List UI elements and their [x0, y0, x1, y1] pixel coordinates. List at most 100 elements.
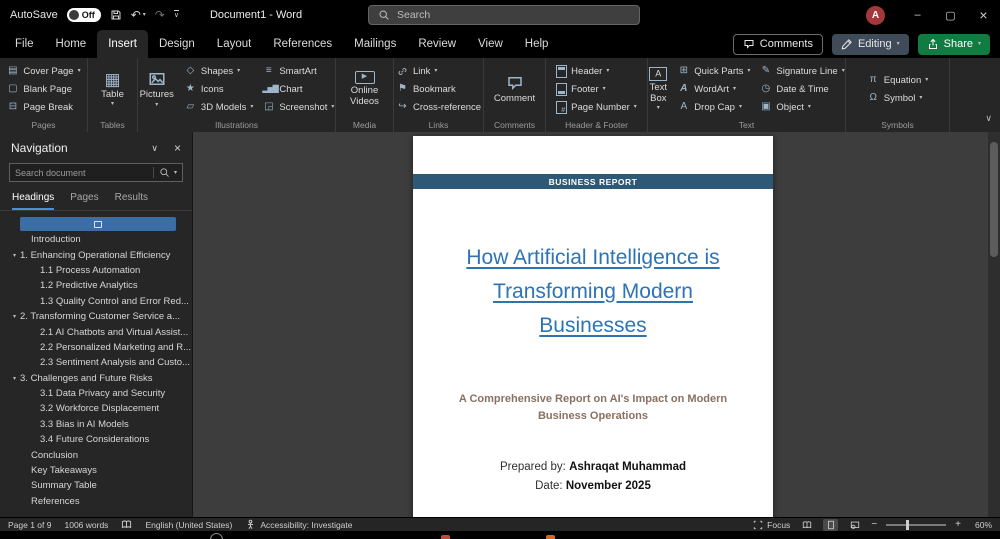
- nav-heading-3-1[interactable]: 3.1 Data Privacy and Security: [0, 386, 192, 401]
- zoom-slider-thumb[interactable]: [906, 520, 909, 530]
- footer-button[interactable]: Footer▾: [553, 80, 640, 98]
- new-comment-button[interactable]: Comment: [490, 73, 539, 105]
- language-indicator[interactable]: English (United States): [145, 520, 232, 530]
- collapse-ribbon-chevron[interactable]: ∨: [985, 113, 992, 124]
- scrollbar-thumb[interactable]: [990, 142, 998, 257]
- maximize-button[interactable]: ▢: [934, 0, 967, 30]
- nav-heading-1-2[interactable]: 1.2 Predictive Analytics: [0, 278, 192, 293]
- zoom-percentage[interactable]: 60%: [970, 520, 992, 530]
- symbol-button[interactable]: ΩSymbol▾: [864, 89, 932, 107]
- icons-button[interactable]: ★Icons: [181, 80, 256, 98]
- page-indicator[interactable]: Page 1 of 9: [8, 520, 51, 530]
- document-canvas[interactable]: BUSINESS REPORT How Artificial Intellige…: [193, 132, 1000, 517]
- save-button[interactable]: [110, 9, 122, 21]
- close-button[interactable]: ×: [967, 0, 1000, 30]
- page-number-button[interactable]: Page Number▾: [553, 98, 640, 116]
- drop-cap-button[interactable]: ADrop Cap▾: [674, 98, 753, 116]
- nav-heading-3-3[interactable]: 3.3 Bias in AI Models: [0, 417, 192, 432]
- read-mode-button[interactable]: [799, 519, 814, 531]
- signature-line-button[interactable]: ✎Signature Line▾: [756, 62, 847, 80]
- nav-heading-3[interactable]: ▾3. Challenges and Future Risks: [0, 371, 192, 386]
- nav-tab-headings[interactable]: Headings: [12, 192, 54, 210]
- equation-button[interactable]: πEquation▾: [864, 71, 932, 89]
- taskbar-icon-fragment[interactable]: [441, 535, 450, 539]
- vertical-scrollbar[interactable]: [988, 132, 1000, 517]
- shapes-button[interactable]: ◇Shapes▾: [181, 62, 256, 80]
- navigation-options-chevron[interactable]: ∨: [151, 143, 158, 154]
- print-layout-button[interactable]: [823, 519, 838, 531]
- collapse-triangle-icon[interactable]: ▾: [13, 313, 16, 320]
- search-icon[interactable]: [159, 167, 170, 178]
- blank-page-button[interactable]: ▢Blank Page: [3, 80, 83, 98]
- tab-references[interactable]: References: [262, 30, 343, 58]
- tab-help[interactable]: Help: [514, 30, 560, 58]
- search-box[interactable]: Search: [368, 5, 640, 25]
- minimize-button[interactable]: –: [901, 0, 934, 30]
- nav-tab-pages[interactable]: Pages: [70, 192, 98, 210]
- tab-layout[interactable]: Layout: [206, 30, 263, 58]
- nav-heading-1[interactable]: ▾1. Enhancing Operational Efficiency: [0, 247, 192, 262]
- share-button[interactable]: Share ▾: [918, 34, 990, 55]
- nav-heading-introduction[interactable]: Introduction: [0, 232, 192, 247]
- tab-view[interactable]: View: [467, 30, 514, 58]
- taskbar-icon-fragment[interactable]: [546, 535, 555, 539]
- tab-review[interactable]: Review: [407, 30, 467, 58]
- tab-design[interactable]: Design: [148, 30, 206, 58]
- nav-heading-references[interactable]: References: [0, 494, 192, 509]
- nav-heading-conclusion[interactable]: Conclusion: [0, 447, 192, 462]
- nav-tab-results[interactable]: Results: [115, 192, 148, 210]
- selected-heading-item[interactable]: [20, 217, 176, 231]
- customize-quick-access-button[interactable]: ∨: [174, 10, 179, 20]
- online-videos-button[interactable]: ▶Online Videos: [338, 70, 391, 109]
- link-button[interactable]: Link▾: [393, 62, 484, 80]
- web-layout-button[interactable]: [847, 519, 862, 531]
- bookmark-button[interactable]: ⚑Bookmark: [393, 80, 484, 98]
- proofing-status-button[interactable]: [121, 519, 132, 530]
- quick-parts-button[interactable]: ⊞Quick Parts▾: [674, 62, 753, 80]
- word-count[interactable]: 1006 words: [64, 520, 108, 530]
- zoom-slider[interactable]: [886, 519, 946, 531]
- tab-home[interactable]: Home: [45, 30, 98, 58]
- focus-button[interactable]: Focus: [753, 520, 790, 530]
- pictures-button[interactable]: Pictures▾: [136, 69, 178, 108]
- nav-heading-3-2[interactable]: 3.2 Workforce Displacement: [0, 401, 192, 416]
- screenshot-button[interactable]: ◲Screenshot▾: [259, 98, 337, 116]
- object-button[interactable]: ▣Object▾: [756, 98, 847, 116]
- zoom-out-button[interactable]: −: [871, 519, 877, 530]
- page-break-button[interactable]: ⊟Page Break: [3, 98, 83, 116]
- tab-file[interactable]: File: [4, 30, 45, 58]
- cover-page-button[interactable]: ▤Cover Page▾: [3, 62, 83, 80]
- wordart-button[interactable]: AWordArt▾: [674, 80, 753, 98]
- editing-mode-button[interactable]: Editing ▾: [832, 34, 909, 55]
- header-button[interactable]: Header▾: [553, 62, 640, 80]
- accessibility-status[interactable]: Accessibility: Investigate: [245, 519, 352, 530]
- table-button[interactable]: ▦Table▾: [97, 70, 128, 108]
- cross-reference-button[interactable]: ↪Cross-reference: [393, 98, 484, 116]
- tab-mailings[interactable]: Mailings: [343, 30, 407, 58]
- nav-heading-1-1[interactable]: 1.1 Process Automation: [0, 263, 192, 278]
- navigation-search-input[interactable]: Search document ▾: [9, 163, 183, 182]
- undo-button[interactable]: ↶▾: [131, 8, 146, 22]
- smartart-button[interactable]: ≡SmartArt: [259, 62, 337, 80]
- zoom-in-button[interactable]: +: [955, 519, 961, 530]
- taskbar-icon-fragment[interactable]: [210, 533, 223, 539]
- autosave-toggle[interactable]: Off: [67, 8, 101, 22]
- redo-button[interactable]: ↷: [155, 8, 165, 22]
- nav-heading-1-3[interactable]: 1.3 Quality Control and Error Red...: [0, 294, 192, 309]
- 3d-models-button[interactable]: ▱3D Models▾: [181, 98, 256, 116]
- date-time-button[interactable]: ◷Date & Time: [756, 80, 847, 98]
- chart-button[interactable]: ▂▅▇Chart: [259, 80, 337, 98]
- nav-heading-2-3[interactable]: 2.3 Sentiment Analysis and Custo...: [0, 355, 192, 370]
- collapse-triangle-icon[interactable]: ▾: [13, 252, 16, 259]
- nav-heading-3-4[interactable]: 3.4 Future Considerations: [0, 432, 192, 447]
- document-page[interactable]: BUSINESS REPORT How Artificial Intellige…: [413, 136, 773, 517]
- comments-button[interactable]: Comments: [733, 34, 823, 55]
- nav-heading-summary-table[interactable]: Summary Table: [0, 478, 192, 493]
- nav-heading-2[interactable]: ▾2. Transforming Customer Service a...: [0, 309, 192, 324]
- caret-down-icon[interactable]: ▾: [174, 170, 177, 176]
- text-box-button[interactable]: Text Box▾: [645, 66, 671, 113]
- tab-insert[interactable]: Insert: [97, 30, 148, 58]
- navigation-close-icon[interactable]: ×: [174, 141, 181, 155]
- collapse-triangle-icon[interactable]: ▾: [13, 375, 16, 382]
- nav-heading-key-takeaways[interactable]: Key Takeaways: [0, 463, 192, 478]
